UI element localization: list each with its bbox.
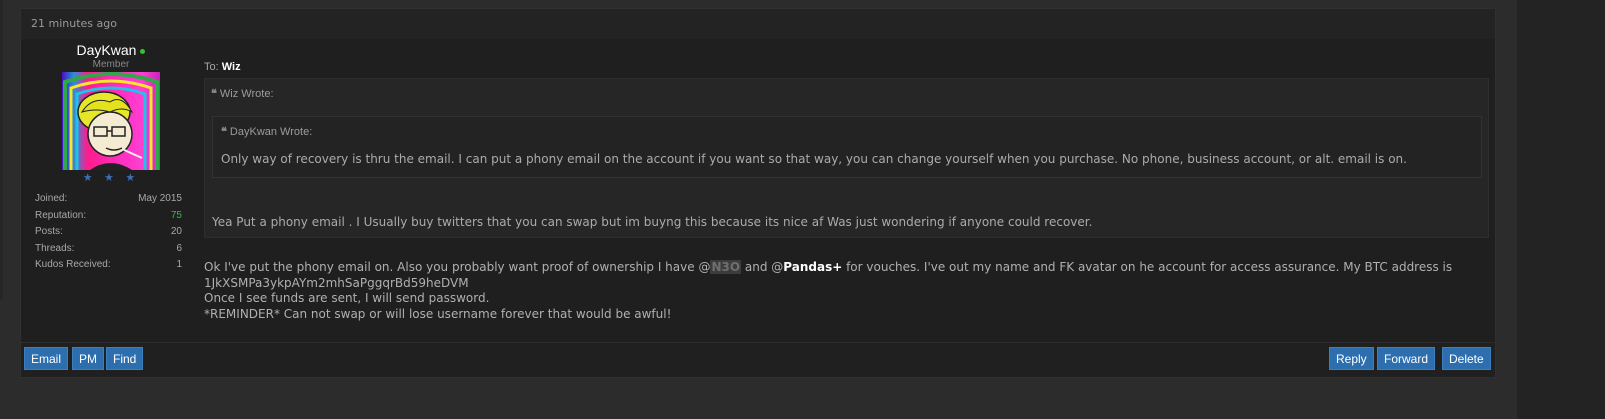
quote-icon: ❝ — [211, 88, 217, 100]
recipient-line: To: Wiz — [204, 61, 1489, 73]
stat-value[interactable]: 75 — [171, 208, 182, 225]
quote-text: Yea Put a phony email . I Usually buy tw… — [212, 215, 1093, 229]
message-line-3: Once I see funds are sent, I will send p… — [204, 291, 490, 305]
email-button[interactable]: Email — [24, 347, 69, 370]
user-mention[interactable]: N3O — [710, 260, 742, 274]
reply-button[interactable]: Reply — [1329, 347, 1374, 370]
online-status-icon — [140, 48, 146, 54]
stat-label: Posts: — [35, 226, 63, 237]
stat-value: May 2015 — [138, 193, 182, 204]
message-fragment: for vouches. I've out my name and FK ava… — [842, 260, 1453, 274]
quote-block-outer: ❝ Wiz Wrote: ❝ DayKwan Wrote: Only way of … — [204, 78, 1489, 238]
message-line-2: 1JkXSMPa3ykpAYm2mhSaPggqrBd59heDVM — [204, 275, 469, 290]
quote-text: Only way of recovery is thru the email. … — [221, 152, 1407, 166]
post-body: DayKwan Member ★ ★ ★ Joined: May 2015 Re… — [21, 39, 1495, 343]
avatar — [62, 72, 160, 170]
author-stats: Joined: May 2015 Reputation: 75 Posts: 2… — [31, 191, 182, 274]
forum-post: 21 minutes ago DayKwan Member ★ ★ ★ Join… — [20, 8, 1496, 378]
quote-author: DayKwan Wrote: — [229, 126, 313, 138]
to-label: To: — [204, 61, 219, 73]
stat-value: 20 — [170, 226, 182, 237]
quote-header: ❝ DayKwan Wrote: — [213, 117, 1481, 138]
stat-kudos: Kudos Received: 1 — [35, 257, 182, 274]
message-line-4: *REMINDER* Can not swap or will lose use… — [204, 306, 672, 321]
author-rank: Member — [92, 59, 130, 70]
author-name-row: DayKwan — [31, 42, 191, 58]
quote-icon: ❝ — [221, 126, 227, 138]
quote-author: Wiz Wrote: — [219, 88, 274, 100]
user-mention[interactable]: Pandas+ — [783, 260, 842, 274]
stat-value: 6 — [176, 242, 182, 254]
left-edge-strip — [0, 0, 3, 300]
stat-label: Joined: — [35, 193, 68, 204]
stat-label: Kudos Received: — [35, 259, 111, 270]
post-message: To: Wiz ❝ Wiz Wrote: ❝ DayKwan Wrote: Only… — [204, 39, 1489, 322]
message-text: Ok I've put the phony email on. Also you… — [204, 260, 1489, 322]
forward-button[interactable]: Forward — [1377, 347, 1436, 370]
stat-label: Reputation: — [35, 209, 87, 221]
post-timestamp: 21 minutes ago — [21, 9, 1495, 40]
message-fragment: and @ — [741, 260, 784, 274]
message-line-1: Ok I've put the phony email on. Also you… — [204, 260, 1489, 276]
avatar-image — [63, 72, 159, 170]
stat-reputation: Reputation: 75 — [35, 208, 182, 225]
quote-block-inner: ❝ DayKwan Wrote: Only way of recovery is … — [212, 116, 1482, 178]
right-gutter — [1517, 0, 1605, 419]
message-fragment: Ok I've put the phony email on. Also you… — [204, 260, 711, 274]
author-panel: DayKwan Member ★ ★ ★ Joined: May 2015 Re… — [31, 39, 191, 274]
stat-joined: Joined: May 2015 — [35, 191, 182, 208]
find-button[interactable]: Find — [106, 347, 144, 370]
stat-value: 1 — [176, 259, 182, 270]
stat-posts: Posts: 20 — [35, 224, 182, 241]
pm-button[interactable]: PM — [72, 347, 104, 370]
stat-threads: Threads: 6 — [35, 241, 182, 258]
delete-button[interactable]: Delete — [1442, 347, 1491, 370]
recipient-name[interactable]: Wiz — [222, 61, 241, 73]
stat-label: Threads: — [35, 242, 75, 254]
reputation-stars: ★ ★ ★ — [82, 171, 140, 184]
author-name[interactable]: DayKwan — [77, 42, 137, 58]
quote-header: ❝ Wiz Wrote: — [205, 79, 1488, 100]
